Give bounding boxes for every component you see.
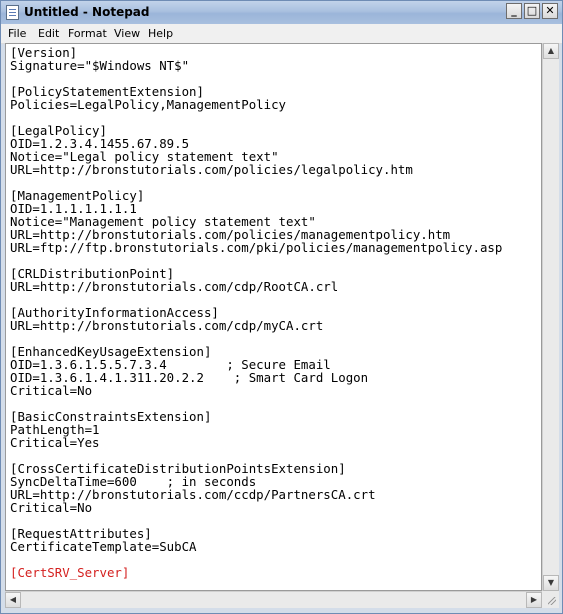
title-bar[interactable]: Untitled - Notepad _ □ ✕ [1, 1, 562, 24]
caption-buttons: _ □ ✕ [504, 3, 558, 20]
text-line: CertificateTemplate=SubCA [10, 539, 197, 554]
resize-grip[interactable] [542, 591, 559, 608]
scroll-left-button[interactable]: ◀ [5, 592, 21, 608]
text-line: Critical=Yes [10, 435, 100, 450]
menu-help[interactable]: Help [146, 26, 175, 41]
close-button[interactable]: ✕ [542, 3, 558, 19]
text-line: URL=ftp://ftp.bronstutorials.com/pki/pol… [10, 240, 503, 255]
text-line: Critical=No [10, 500, 93, 515]
text-line: Signature="$Windows NT$" [10, 58, 190, 73]
text-line: Policies=LegalPolicy,ManagementPolicy [10, 97, 287, 112]
window-title: Untitled - Notepad [24, 5, 150, 19]
text-editor[interactable]: [Version] Signature="$Windows NT$" [Policy… [5, 43, 542, 591]
scroll-down-button[interactable]: ▼ [543, 575, 559, 591]
text-line: URL=http://bronstutorials.com/cdp/myCA.c… [10, 318, 324, 333]
text-line: URL=http://bronstutorials.com/policies/l… [10, 162, 413, 177]
scroll-right-button[interactable]: ▶ [526, 592, 542, 608]
minimize-button[interactable]: _ [506, 3, 522, 19]
text-line: URL=http://bronstutorials.com/cdp/RootCA… [10, 279, 339, 294]
horizontal-scrollbar[interactable]: ◀ ▶ [5, 591, 542, 608]
text-line: [CertSRV_Server] [10, 565, 130, 580]
notepad-icon[interactable] [6, 5, 19, 20]
menu-file[interactable]: File [6, 26, 28, 41]
notepad-window: Untitled - Notepad _ □ ✕ File Edit Forma… [0, 0, 563, 614]
vertical-scrollbar[interactable]: ▲ ▼ [542, 43, 559, 591]
text-line: Critical=No [10, 383, 93, 398]
menu-edit[interactable]: Edit [36, 26, 61, 41]
menu-bar: File Edit Format View Help [1, 24, 562, 44]
maximize-button[interactable]: □ [524, 3, 540, 19]
scroll-up-button[interactable]: ▲ [543, 43, 559, 59]
menu-view[interactable]: View [112, 26, 142, 41]
menu-format[interactable]: Format [66, 26, 109, 41]
document-text[interactable]: [Version] Signature="$Windows NT$" [Policy… [10, 46, 502, 579]
